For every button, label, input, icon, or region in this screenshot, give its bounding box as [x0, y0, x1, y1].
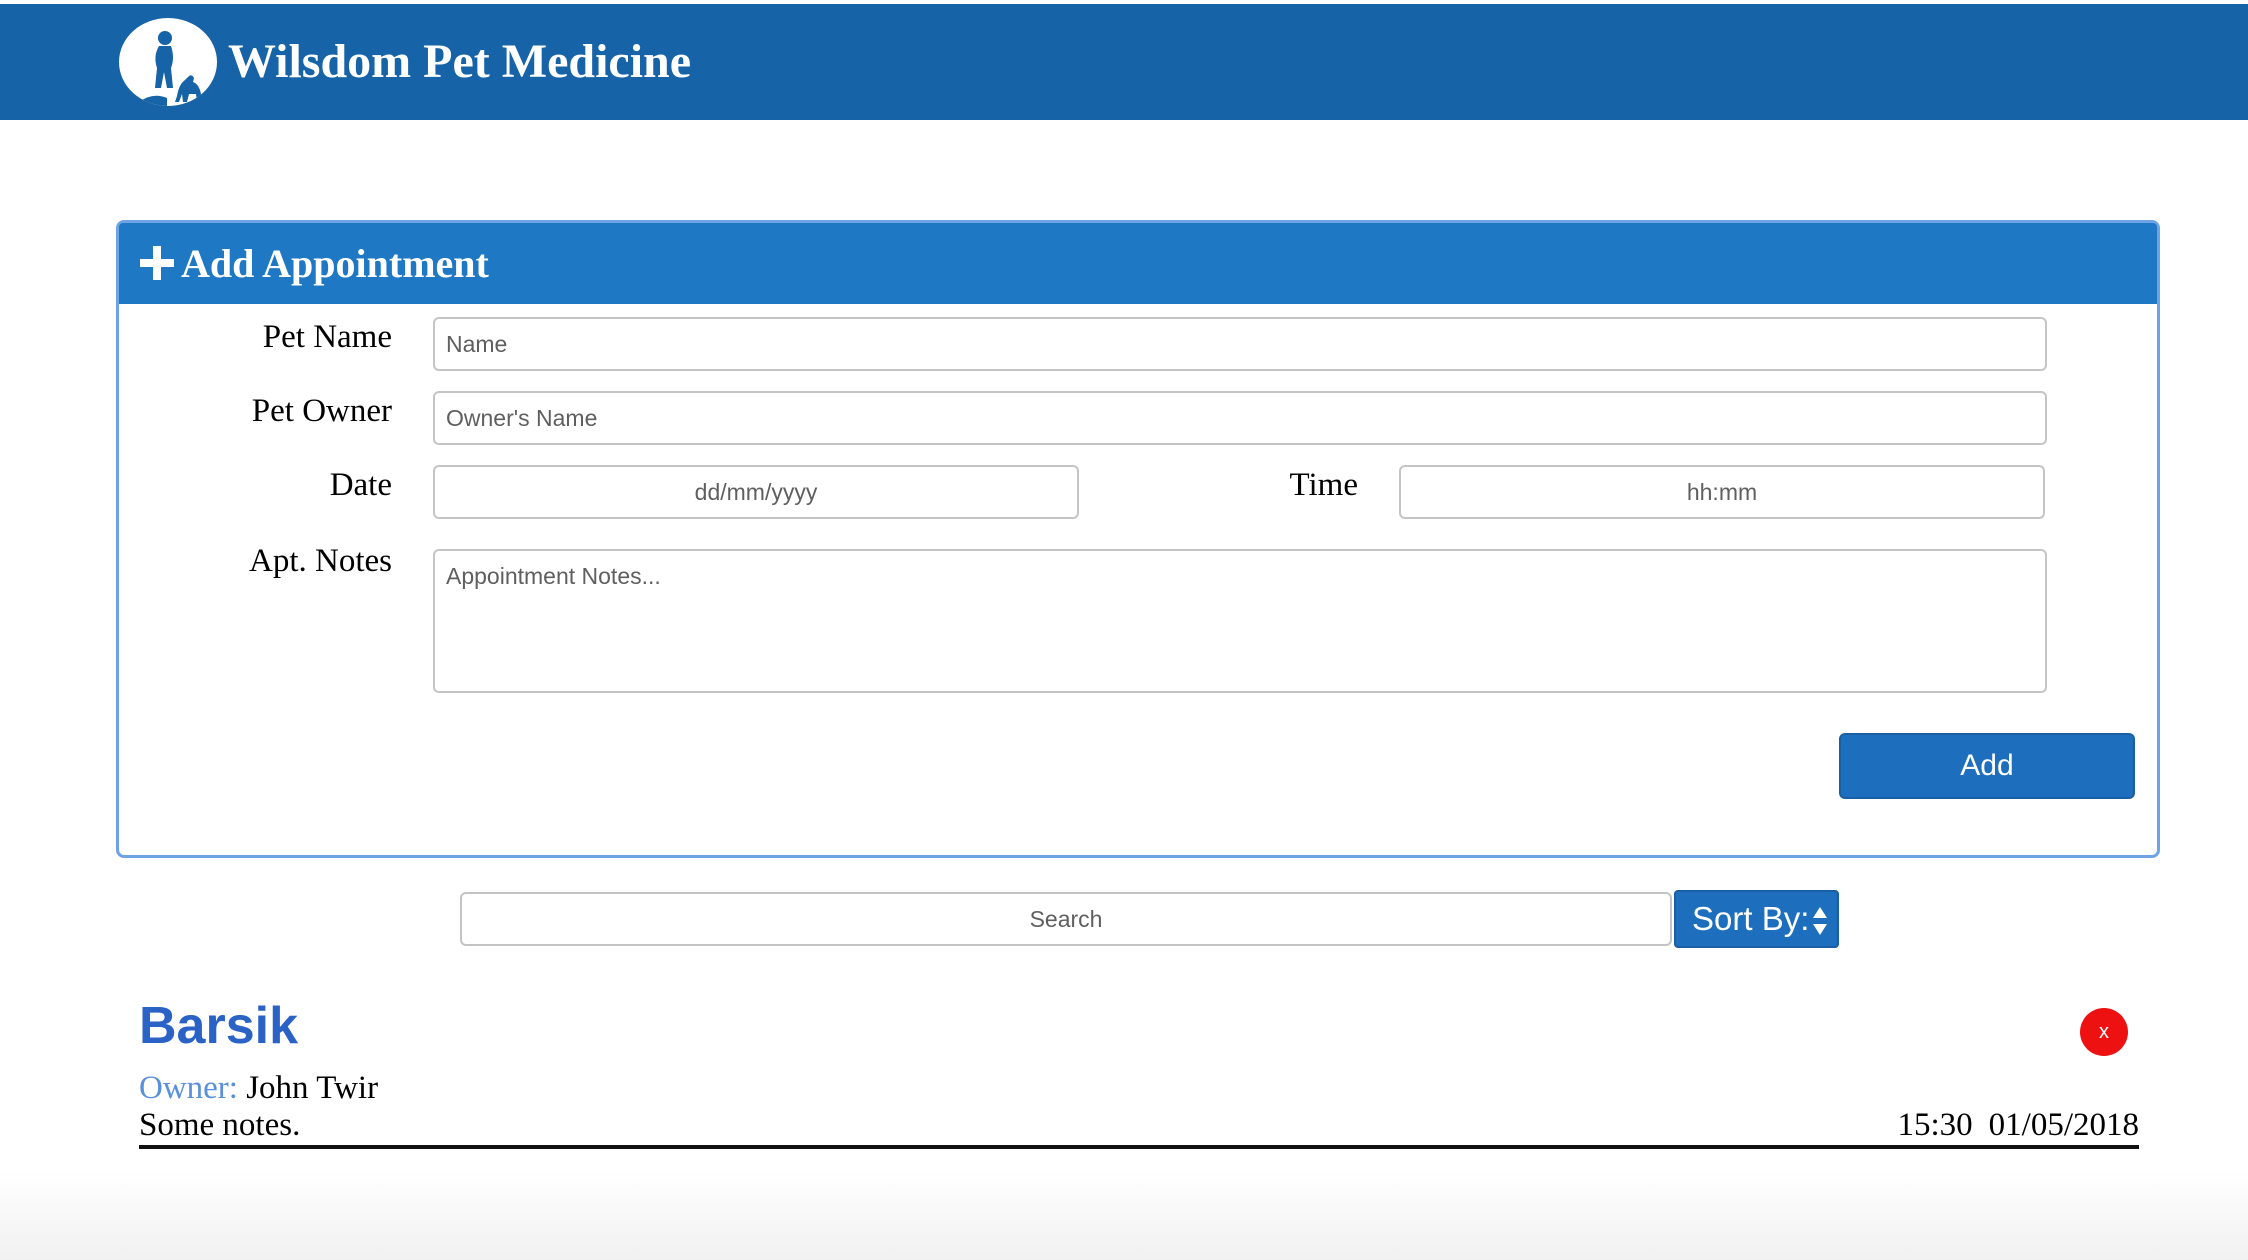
sort-by-button[interactable]: Sort By: — [1674, 890, 1839, 948]
appointment-notes: Some notes. — [139, 1107, 301, 1143]
add-button[interactable]: Add — [1839, 733, 2135, 799]
pet-name-label: Pet Name — [262, 319, 392, 355]
time-label: Time — [1289, 467, 1358, 503]
owner-label: Owner: — [139, 1070, 238, 1106]
date-label: Date — [329, 467, 392, 503]
time-input[interactable] — [1399, 465, 2045, 519]
page-footer-shade — [0, 1170, 2248, 1260]
add-appointment-panel: Add Appointment Pet Name Pet Owner Date … — [116, 220, 2160, 858]
app-title: Wilsdom Pet Medicine — [228, 35, 692, 88]
date-input[interactable] — [433, 465, 1079, 519]
pet-owner-silhouette-icon — [119, 18, 217, 106]
delete-appointment-button[interactable]: x — [2080, 1008, 2128, 1056]
appointment-date: 01/05/2018 — [1988, 1107, 2139, 1143]
add-appointment-header[interactable]: Add Appointment — [119, 223, 2157, 304]
pet-name-input[interactable] — [433, 317, 2047, 371]
appointment-divider — [139, 1145, 2139, 1149]
sort-by-label: Sort By: — [1692, 900, 1810, 937]
apt-notes-textarea[interactable] — [433, 549, 2047, 693]
plus-icon — [140, 246, 174, 280]
app-header: Wilsdom Pet Medicine — [0, 4, 2248, 120]
appointment-owner-row: Owner: John Twir — [139, 1070, 378, 1107]
appointment-pet-name: Barsik — [139, 997, 298, 1055]
appointment-datetime: 15:30 01/05/2018 — [1897, 1107, 2139, 1144]
pet-owner-input[interactable] — [433, 391, 2047, 445]
search-input[interactable] — [460, 892, 1672, 946]
add-appointment-title: Add Appointment — [181, 241, 489, 286]
pet-owner-label: Pet Owner — [251, 393, 392, 429]
apt-notes-label: Apt. Notes — [249, 543, 392, 579]
sort-arrows-icon — [1813, 907, 1827, 935]
owner-name: John Twir — [246, 1070, 379, 1106]
appointment-time: 15:30 — [1897, 1107, 1973, 1143]
